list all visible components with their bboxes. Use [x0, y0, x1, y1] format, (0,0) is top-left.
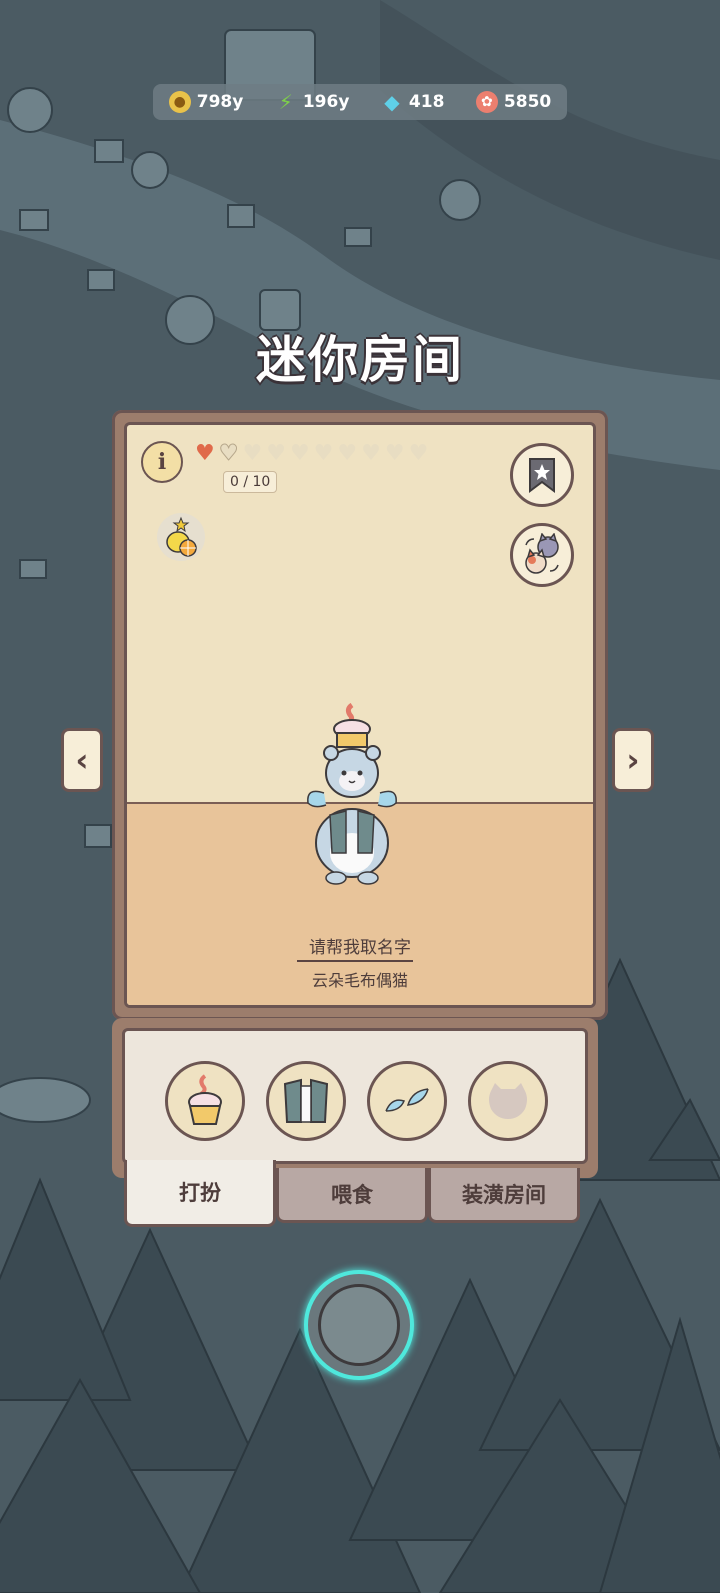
- energy-currency[interactable]: ⚡ 196y: [275, 90, 350, 114]
- energy-amount: 196y: [302, 92, 350, 112]
- heart-icon: ♥: [242, 441, 263, 466]
- swap-cats-icon: [525, 533, 559, 574]
- tab-dress-up[interactable]: 打扮: [124, 1160, 276, 1227]
- chevron-right-icon: ›: [626, 741, 640, 779]
- chevron-left-icon: ‹: [75, 741, 89, 779]
- currency-bar: ● 798y ⚡ 196y ◆ 418 ✿ 5850: [153, 84, 567, 120]
- affection-progress: 0 / 10: [223, 471, 278, 493]
- bookmark-star-icon: [529, 458, 555, 493]
- heart-icon: ♥: [266, 441, 286, 466]
- gem-icon: ◆: [384, 90, 400, 114]
- bookmark-button[interactable]: [510, 443, 574, 507]
- name-underline: [297, 960, 413, 962]
- gold-amount: 798y: [196, 92, 244, 112]
- info-button[interactable]: i: [141, 441, 183, 483]
- previous-cat-button[interactable]: ‹: [61, 728, 103, 792]
- heart-icon: ♥: [408, 441, 429, 466]
- empty-slot[interactable]: [468, 1061, 548, 1141]
- name-cat-prompt[interactable]: 请帮我取名字: [127, 933, 593, 958]
- vest-icon: [283, 1078, 329, 1123]
- home-button[interactable]: [304, 1270, 414, 1380]
- heart-icon: ♥: [384, 441, 405, 466]
- vest-slot[interactable]: [266, 1061, 346, 1141]
- cupcake-hat-icon: [188, 1074, 222, 1125]
- gem-currency[interactable]: ◆ 418: [381, 90, 445, 114]
- outfit-panel: [112, 1018, 598, 1178]
- tab-feed[interactable]: 喂食: [276, 1168, 428, 1223]
- room-panel: i ♥ ♥ ♥ ♥ ♥ ♥ ♥ ♥ ♥ ♥ 0 / 10 请帮我取名字 云朵毛布…: [112, 410, 608, 1020]
- affection-hearts: ♥ ♥ ♥ ♥ ♥ ♥ ♥ ♥ ♥ ♥: [195, 441, 429, 466]
- cat-silhouette-icon: [489, 1083, 527, 1119]
- room-view: i ♥ ♥ ♥ ♥ ♥ ♥ ♥ ♥ ♥ ♥ 0 / 10 请帮我取名字 云朵毛布…: [124, 422, 596, 1008]
- lightning-icon: ⚡: [278, 90, 293, 114]
- heart-icon: ♥: [218, 441, 239, 466]
- heart-icon: ♥: [337, 441, 358, 466]
- lemon-chick-icon: [166, 516, 197, 557]
- wings-slot[interactable]: [367, 1061, 447, 1141]
- heart-icon: ♥: [195, 441, 215, 466]
- heart-icon: ♥: [313, 441, 334, 466]
- candy-icon: ✿: [475, 91, 498, 113]
- gold-currency[interactable]: ● 798y: [168, 91, 244, 113]
- gem-amount: 418: [408, 92, 445, 112]
- coin-icon: ●: [168, 91, 191, 113]
- page-title: 迷你房间: [256, 331, 464, 389]
- tab-decorate[interactable]: 装潢房间: [428, 1168, 580, 1223]
- heart-icon: ♥: [361, 441, 381, 466]
- wings-icon: [385, 1088, 429, 1112]
- candy-amount: 5850: [503, 92, 552, 112]
- outfit-slots: [122, 1028, 588, 1164]
- lemon-badge[interactable]: [157, 513, 205, 561]
- candy-currency[interactable]: ✿ 5850: [475, 91, 552, 113]
- cat-character[interactable]: [302, 703, 402, 893]
- hat-slot[interactable]: [165, 1061, 245, 1141]
- swap-cat-button[interactable]: [510, 523, 574, 587]
- cat-breed-label: 云朵毛布偶猫: [311, 971, 408, 990]
- next-cat-button[interactable]: ›: [612, 728, 654, 792]
- heart-icon: ♥: [289, 441, 310, 466]
